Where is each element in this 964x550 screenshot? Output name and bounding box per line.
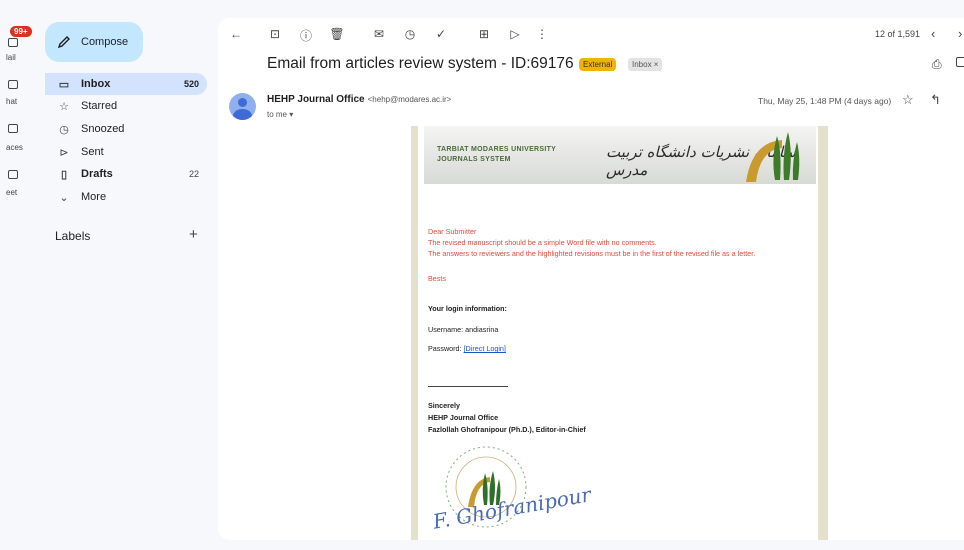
- journal-banner: TARBIAT MODARES UNIVERSITY JOURNALS SYST…: [424, 126, 816, 184]
- instruction-line-1: The revised manuscript should be a simpl…: [428, 238, 657, 247]
- add-label-icon[interactable]: +: [189, 226, 198, 243]
- sidebar-item-label: Drafts: [81, 168, 113, 180]
- external-tag: External: [579, 58, 617, 71]
- message-date: Thu, May 25, 1:48 PM (4 days ago): [758, 96, 892, 106]
- back-arrow-icon[interactable]: ←: [228, 27, 244, 41]
- banner-line-2: JOURNALS SYSTEM: [437, 156, 511, 163]
- spaces-icon[interactable]: [8, 124, 18, 133]
- send-icon: ⊳: [59, 146, 69, 159]
- star-icon: ☆: [59, 100, 69, 113]
- label-icon[interactable]: ▷: [507, 27, 523, 41]
- rail-label-chat[interactable]: hat: [6, 97, 17, 106]
- star-icon[interactable]: ☆: [902, 92, 914, 108]
- move-to-icon[interactable]: ⊞: [476, 27, 492, 41]
- app-rail: 99+ lail hat aces eet: [0, 0, 38, 550]
- newer-chevron-icon[interactable]: ‹: [931, 26, 935, 41]
- sidebar-item-label: Snoozed: [81, 123, 125, 135]
- pencil-icon: [57, 36, 70, 49]
- mark-unread-icon[interactable]: ✉: [371, 27, 387, 41]
- print-icon[interactable]: ⎙: [932, 57, 942, 72]
- labels-heading: Labels: [55, 229, 91, 243]
- banner-line-1: TARBIAT MODARES UNIVERSITY: [437, 146, 557, 153]
- pagination-text: 12 of 1,591: [875, 29, 921, 39]
- rail-label-mail[interactable]: lail: [6, 53, 16, 62]
- avatar-head: [238, 98, 247, 107]
- chevron-down-icon: ⌄: [59, 191, 69, 204]
- rail-label-meet[interactable]: eet: [6, 188, 17, 197]
- open-new-window-icon[interactable]: [956, 57, 964, 67]
- direct-login-link[interactable]: [Direct Login]: [464, 344, 506, 353]
- drafts-count: 22: [188, 169, 199, 179]
- rail-label-spaces[interactable]: aces: [6, 143, 23, 152]
- instruction-line-2: The answers to reviewers and the highlig…: [428, 249, 756, 258]
- sidebar-item-label: Sent: [81, 146, 104, 158]
- sender-name[interactable]: HEHP Journal Office: [267, 94, 365, 105]
- office-text: HEHP Journal Office: [428, 413, 499, 422]
- sidebar-item-snoozed[interactable]: ◷ Snoozed: [45, 118, 207, 140]
- email-body: TARBIAT MODARES UNIVERSITY JOURNALS SYST…: [418, 126, 818, 540]
- login-heading: Your login information:: [428, 304, 507, 313]
- inbox-count: 520: [183, 79, 199, 89]
- unread-badge: 99+: [10, 26, 32, 37]
- signature-divider: [428, 386, 508, 387]
- editor-text: Fazlollah Ghofranipour (Ph.D.), Editor-i…: [428, 425, 586, 434]
- add-task-icon[interactable]: ✓: [433, 27, 449, 41]
- sender-avatar[interactable]: [229, 93, 256, 120]
- snooze-icon[interactable]: ◷: [402, 27, 418, 41]
- reply-icon[interactable]: ↰: [930, 92, 941, 108]
- message-panel: ← ⊡ ⓘ 🗑 ✉ ◷ ✓ ⊞ ▷ ⋮ 12 of 1,591 ‹ › Emai…: [218, 18, 964, 540]
- mail-icon[interactable]: [8, 38, 18, 47]
- draft-icon: ▯: [60, 168, 68, 181]
- sender-email: <hehp@modares.ac.ir>: [367, 95, 452, 104]
- sidebar-item-inbox[interactable]: ▭ Inbox 520: [45, 73, 207, 95]
- password-label: Password:: [428, 344, 464, 353]
- sidebar-item-label: Starred: [81, 100, 118, 112]
- compose-button[interactable]: Compose: [45, 22, 143, 62]
- university-logo: [746, 132, 800, 182]
- more-options-icon[interactable]: ⋮: [534, 27, 550, 41]
- sidebar-item-label: More: [81, 191, 107, 203]
- compose-label: Compose: [81, 36, 129, 48]
- banner-title-en: TARBIAT MODARES UNIVERSITY JOURNALS SYST…: [437, 145, 556, 165]
- inbox-tag[interactable]: Inbox ×: [628, 58, 663, 71]
- sidebar-item-label: Inbox: [81, 78, 111, 90]
- chat-icon[interactable]: [8, 80, 18, 89]
- sidebar-item-starred[interactable]: ☆ Starred: [45, 95, 207, 117]
- report-spam-icon[interactable]: ⓘ: [298, 27, 314, 44]
- recipient-details-toggle[interactable]: to me ▾: [267, 110, 293, 119]
- avatar-body: [233, 109, 252, 120]
- inbox-icon: ▭: [58, 78, 70, 91]
- meet-icon[interactable]: [8, 170, 18, 179]
- username-text: Username: andiasrina: [428, 325, 499, 334]
- bests-text: Bests: [428, 274, 446, 283]
- older-chevron-icon[interactable]: ›: [958, 26, 962, 41]
- sincerely-text: Sincerely: [428, 401, 460, 410]
- sidebar-item-more[interactable]: ⌄ More: [45, 186, 207, 208]
- archive-icon[interactable]: ⊡: [267, 27, 283, 41]
- delete-icon[interactable]: 🗑: [329, 27, 345, 41]
- clock-icon: ◷: [59, 123, 69, 136]
- sidebar-item-sent[interactable]: ⊳ Sent: [45, 141, 207, 163]
- email-subject: Email from articles review system - ID:6…: [267, 55, 574, 72]
- sidebar-item-drafts[interactable]: ▯ Drafts 22: [45, 163, 207, 185]
- email-body-frame: TARBIAT MODARES UNIVERSITY JOURNALS SYST…: [411, 126, 828, 540]
- sender-line: HEHP Journal Office <hehp@modares.ac.ir>: [267, 94, 451, 105]
- more-vertical-icon[interactable]: ⋮: [959, 92, 964, 108]
- password-line: Password: [Direct Login]: [428, 344, 506, 353]
- greeting-text: Dear Submitter: [428, 227, 477, 236]
